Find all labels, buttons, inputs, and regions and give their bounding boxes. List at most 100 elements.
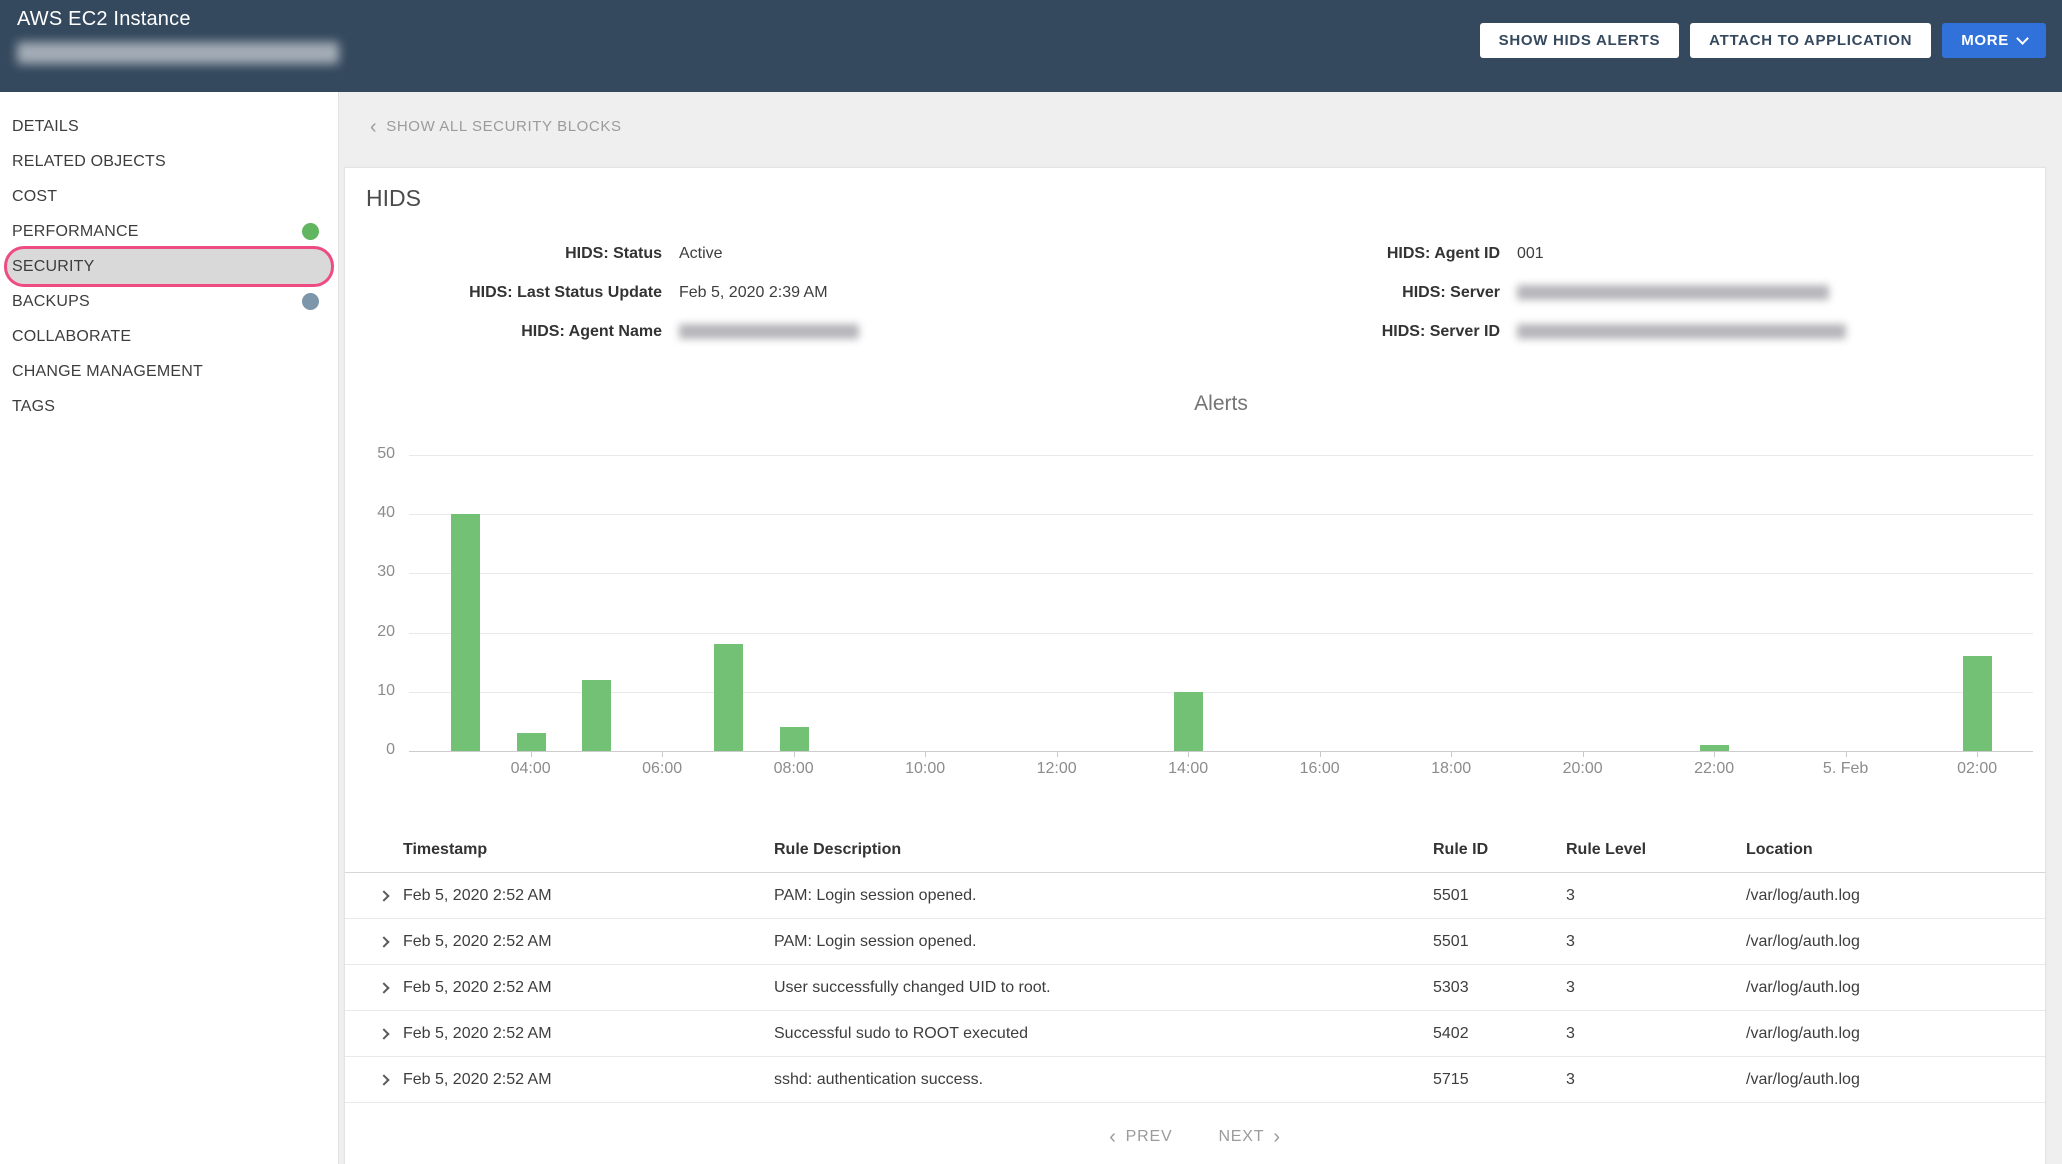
alert-bar[interactable] (1174, 691, 1204, 751)
sidebar-item-change-management[interactable]: CHANGE MANAGEMENT (0, 354, 338, 389)
x-axis-tick-label: 10:00 (905, 760, 946, 777)
sidebar-item-related-objects[interactable]: RELATED OBJECTS (0, 144, 338, 179)
field-label-hids-server: HIDS: Server (1402, 283, 1500, 301)
alert-bar[interactable] (1700, 745, 1730, 751)
x-axis-tick-label: 22:00 (1694, 760, 1735, 777)
x-axis-tick-label: 04:00 (510, 760, 551, 777)
sidebar-item-label: COST (12, 187, 58, 205)
show-hids-alerts-button[interactable]: SHOW HIDS ALERTS (1479, 23, 1680, 58)
row-expand-button[interactable] (378, 1073, 403, 1086)
field-label-hids-last-status-update: HIDS: Last Status Update (469, 283, 662, 301)
table-cell: Feb 5, 2020 2:52 AM (403, 932, 552, 950)
gridline (409, 751, 2033, 752)
chevron-right-icon (378, 1073, 390, 1086)
x-axis-tick (1977, 752, 1979, 757)
table-cell: /var/log/auth.log (1746, 1070, 1860, 1088)
row-expand-button[interactable] (378, 935, 403, 948)
alerts-table: Timestamp Rule Description Rule ID Rule Lev… (345, 828, 2045, 1103)
x-axis-tick (662, 752, 664, 757)
x-axis-tick-label: 06:00 (642, 760, 683, 777)
chevron-right-icon (378, 981, 390, 994)
sidebar-item-collaborate[interactable]: COLLABORATE (0, 319, 338, 354)
field-value: Active (679, 244, 723, 262)
row-expand-button[interactable] (378, 981, 403, 994)
column-header-rule-description[interactable]: Rule Description (774, 841, 1433, 859)
hids-fields-left: HIDS: Status Active HIDS: Last Status Upda… (365, 234, 859, 351)
y-axis-tick-label: 10 (377, 681, 395, 699)
alert-bar[interactable] (713, 644, 743, 751)
table-row[interactable]: Feb 5, 2020 2:52 AM User successfully cha… (345, 965, 2045, 1011)
field-row: HIDS: Server ID (1201, 312, 1846, 351)
gridline (409, 573, 2033, 575)
x-axis-tick (1319, 752, 1321, 757)
table-cell: PAM: Login session opened. (774, 932, 977, 950)
x-axis-tick (1451, 752, 1453, 757)
alert-bar[interactable] (1963, 656, 1993, 751)
alerts-table-body: Feb 5, 2020 2:52 AM PAM: Login session op… (345, 873, 2045, 1103)
sidebar-item-label: RELATED OBJECTS (12, 152, 166, 170)
row-expand-button[interactable] (378, 1027, 403, 1040)
gridline (409, 632, 2033, 634)
column-header-location[interactable]: Location (1746, 841, 2025, 859)
table-cell: User successfully changed UID to root. (774, 978, 1051, 996)
table-row[interactable]: Feb 5, 2020 2:52 AM PAM: Login session op… (345, 919, 2045, 965)
table-row[interactable]: Feb 5, 2020 2:52 AM PAM: Login session op… (345, 873, 2045, 919)
table-cell: PAM: Login session opened. (774, 886, 977, 904)
table-cell: /var/log/auth.log (1746, 1024, 1860, 1042)
alert-bar[interactable] (779, 727, 809, 751)
field-label-hids-status: HIDS: Status (565, 244, 662, 262)
table-cell: Feb 5, 2020 2:52 AM (403, 1024, 552, 1042)
prev-button[interactable]: ‹ PREV (1109, 1127, 1172, 1147)
card-title: HIDS (366, 185, 421, 211)
main-content: ‹ SHOW ALL SECURITY BLOCKS HIDS HIDS: St… (339, 92, 2062, 1164)
x-axis-tick (530, 752, 532, 757)
sidebar-item-tags[interactable]: TAGS (0, 389, 338, 424)
alerts-chart-plot: 0 10 20 30 40 50 04:00 06:00 08:00 10:00 12:00 14:0… (377, 445, 2033, 777)
y-axis-tick-label: 40 (377, 504, 395, 522)
table-row[interactable]: Feb 5, 2020 2:52 AM sshd: authentication … (345, 1057, 2045, 1103)
table-row[interactable]: Feb 5, 2020 2:52 AM Successful sudo to RO… (345, 1011, 2045, 1057)
column-header-rule-id[interactable]: Rule ID (1433, 841, 1566, 859)
redacted-value (1517, 285, 1829, 300)
sidebar-item-label: COLLABORATE (12, 327, 132, 345)
app-header: AWS EC2 Instance SHOW HIDS ALERTS ATTACH… (0, 0, 2062, 92)
next-button[interactable]: NEXT › (1218, 1126, 1281, 1148)
chevron-right-icon: › (1273, 1126, 1281, 1148)
table-cell: Feb 5, 2020 2:52 AM (403, 886, 552, 904)
alert-bar[interactable] (582, 679, 612, 751)
y-axis-tick-label: 20 (377, 622, 395, 640)
column-header-timestamp[interactable]: Timestamp (403, 841, 774, 859)
show-all-security-blocks-link[interactable]: ‹ SHOW ALL SECURITY BLOCKS (370, 117, 622, 137)
x-axis-tick (1582, 752, 1584, 757)
field-value: Feb 5, 2020 2:39 AM (679, 283, 828, 301)
alert-bar[interactable] (516, 733, 546, 751)
table-cell: Successful sudo to ROOT executed (774, 1024, 1029, 1042)
y-axis-tick-label: 0 (386, 741, 395, 758)
field-row: HIDS: Server (1201, 273, 1846, 312)
column-header-rule-level[interactable]: Rule Level (1566, 841, 1746, 859)
show-hids-alerts-label: SHOW HIDS ALERTS (1498, 32, 1661, 49)
sidebar-item-label: TAGS (12, 397, 56, 415)
alert-bar[interactable] (450, 514, 480, 751)
sidebar-item-performance[interactable]: PERFORMANCE (0, 214, 338, 249)
sidebar-item-label: DETAILS (12, 117, 79, 135)
sidebar-item-details[interactable]: DETAILS (0, 109, 338, 144)
sidebar-item-backups[interactable]: BACKUPS (0, 284, 338, 319)
table-cell: /var/log/auth.log (1746, 932, 1860, 950)
status-dot (302, 293, 319, 310)
attach-to-application-button[interactable]: ATTACH TO APPLICATION (1690, 23, 1932, 58)
table-cell: 3 (1566, 932, 1575, 950)
redacted-value (1517, 324, 1846, 339)
x-axis-tick-label: 02:00 (1957, 760, 1998, 777)
x-axis-tick (925, 752, 927, 757)
x-axis-tick-label: 20:00 (1562, 760, 1603, 777)
sidebar-item-security[interactable]: SECURITY (7, 249, 331, 284)
table-cell: 3 (1566, 1070, 1575, 1088)
sidebar-item-cost[interactable]: COST (0, 179, 338, 214)
table-cell: Feb 5, 2020 2:52 AM (403, 1070, 552, 1088)
instance-name-redacted (17, 42, 339, 64)
chevron-right-icon (378, 935, 390, 948)
row-expand-button[interactable] (378, 889, 403, 902)
table-cell: 5501 (1433, 932, 1469, 950)
more-button[interactable]: MORE (1942, 23, 2046, 58)
